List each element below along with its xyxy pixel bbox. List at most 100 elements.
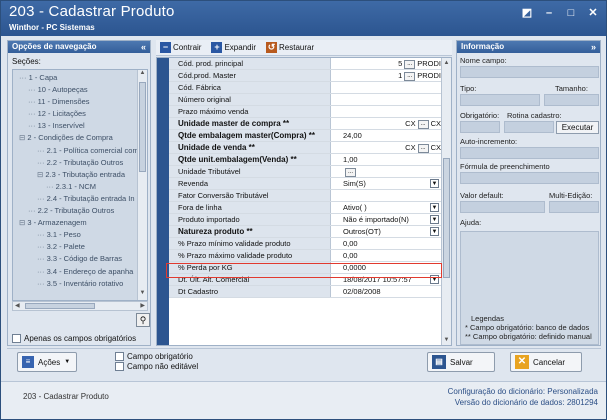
property-value[interactable]: CX... CX	[331, 118, 443, 129]
tree-item[interactable]: ··· 10 - Autopeças	[15, 84, 137, 96]
property-value-text: 24,00	[343, 131, 362, 140]
lookup-button[interactable]: ...	[345, 167, 356, 177]
tree-item[interactable]: ··· 1 - Capa	[15, 72, 137, 84]
grid-scroll-up-icon[interactable]: ▲	[442, 60, 451, 66]
property-row[interactable]: Unidade master de compra ** CX... CX	[169, 118, 443, 130]
property-row[interactable]: Produto importado Não é importado(N) ▼	[169, 214, 443, 226]
dictionary-version-value[interactable]: 2801294	[567, 398, 598, 407]
property-value[interactable]: Outros(OT) ▼	[331, 226, 443, 237]
expand-icon[interactable]: »	[591, 41, 596, 53]
property-value[interactable]	[331, 190, 443, 201]
property-row[interactable]: Cód.prod. Master 1... PRODI	[169, 70, 443, 82]
lookup-button[interactable]: ...	[417, 119, 429, 129]
property-row[interactable]: Fator Conversão Tributável	[169, 190, 443, 202]
information-header-label: Informação	[461, 42, 505, 51]
tree-item[interactable]: ··· 3.2 - Palete	[15, 241, 137, 253]
salvar-button[interactable]: ▤ Salvar	[427, 352, 495, 372]
property-value[interactable]: 1... PRODI	[331, 70, 443, 81]
property-value[interactable]: CX... CX	[331, 142, 443, 153]
grid-vertical-scrollbar[interactable]: ▲ ▼	[441, 58, 451, 345]
tree-item[interactable]: ⊟ 2.3 - Tributação entrada	[15, 169, 137, 181]
lookup-button[interactable]: ...	[404, 71, 416, 81]
property-value[interactable]: 24,00	[331, 130, 443, 141]
property-row[interactable]: Unidade Tributável...	[169, 166, 443, 178]
tree-item[interactable]: ··· 3.3 - Código de Barras	[15, 253, 137, 265]
property-value-text: Não é importado(N)	[343, 215, 409, 224]
property-value[interactable]	[331, 94, 443, 105]
property-row[interactable]: Cód. prod. principal 5... PRODI	[169, 58, 443, 70]
property-value[interactable]: 0,00	[331, 238, 443, 249]
tree-item[interactable]: ⊟ 3 - Armazenagem	[15, 217, 137, 229]
lookup-button[interactable]: ...	[417, 143, 429, 153]
dropdown-arrow-icon[interactable]: ▼	[430, 227, 439, 236]
tree-item[interactable]: ··· 3.4 - Endereço de apanha	[15, 266, 137, 278]
property-row[interactable]: Cód. Fábrica	[169, 82, 443, 94]
property-row[interactable]: Qtde unit.embalagem(Venda) ** 1,00	[169, 154, 443, 166]
property-row[interactable]: Natureza produto ** Outros(OT) ▼	[169, 226, 443, 238]
dropdown-arrow-icon[interactable]: ▼	[430, 215, 439, 224]
expandir-button[interactable]: + Expandir	[211, 42, 256, 53]
scroll-left-icon[interactable]: ◀	[15, 302, 20, 309]
property-value[interactable]: 1,00	[331, 154, 443, 165]
scroll-right-icon[interactable]: ▶	[140, 302, 145, 309]
cancelar-button[interactable]: ✕ Cancelar	[510, 352, 582, 372]
dropdown-arrow-icon[interactable]: ▼	[430, 179, 439, 188]
property-row[interactable]: % Prazo máximo validade produto 0,00	[169, 250, 443, 262]
tree-item[interactable]: ··· 12 - Licitações	[15, 108, 137, 120]
scroll-thumb[interactable]	[139, 82, 146, 172]
minimize-icon[interactable]: –	[542, 7, 556, 19]
close-icon[interactable]: ✕	[586, 7, 600, 19]
executar-button[interactable]: Executar	[556, 121, 599, 134]
tree-item[interactable]: ··· 3.1 - Peso	[15, 229, 137, 241]
tree-item[interactable]: ··· 13 - Inservível	[15, 120, 137, 132]
hscroll-thumb[interactable]	[25, 303, 95, 309]
checkbox-box[interactable]	[12, 334, 21, 343]
tree-item[interactable]: ··· 2.2 - Tributação Outros	[15, 157, 137, 169]
lookup-button[interactable]: ...	[404, 59, 416, 69]
valor-default-label: Valor default:	[460, 191, 504, 200]
property-row[interactable]: Número original	[169, 94, 443, 106]
tree-item[interactable]: ··· 2.1 - Política comercial com	[15, 145, 137, 157]
grid-scroll-down-icon[interactable]: ▼	[442, 337, 451, 343]
property-value[interactable]	[331, 82, 443, 93]
property-row[interactable]: Prazo máximo venda	[169, 106, 443, 118]
acoes-button[interactable]: ≡ Ações ▼	[17, 352, 77, 372]
property-row[interactable]: Dt Cadastro 02/08/2008	[169, 286, 443, 298]
collapse-icon[interactable]: «	[141, 41, 146, 53]
scroll-up-icon[interactable]: ▲	[138, 70, 147, 80]
property-value[interactable]	[331, 106, 443, 117]
property-row[interactable]: Revenda Sim(S) ▼	[169, 178, 443, 190]
contrair-button[interactable]: − Contrair	[160, 42, 201, 53]
only-required-checkbox[interactable]: Apenas os campos obrigatórios	[12, 334, 136, 343]
property-label: Cód. prod. principal	[169, 58, 331, 69]
tree-vertical-scrollbar[interactable]: ▲ ▼	[137, 70, 147, 300]
property-value[interactable]: Ativo( ) ▼	[331, 202, 443, 213]
search-icon[interactable]: ⚲	[136, 313, 150, 327]
grid-scroll-thumb[interactable]	[443, 158, 450, 278]
sections-tree[interactable]: ··· 1 - Capa ··· 10 - Autopeças ··· 11 - D…	[12, 69, 148, 301]
tree-item[interactable]: ··· 2.3.1 - NCM	[15, 181, 137, 193]
property-value[interactable]: ...	[331, 166, 443, 177]
property-value[interactable]: 0,00	[331, 250, 443, 261]
property-row[interactable]: Fora de linha Ativo( ) ▼	[169, 202, 443, 214]
restaurar-button[interactable]: ↺ Restaurar	[266, 42, 314, 53]
property-suffix: PRODI	[417, 71, 441, 80]
tree-horizontal-scrollbar[interactable]: ◀ ▶	[12, 301, 148, 311]
property-row[interactable]: % Prazo mínimo validade produto 0,00	[169, 238, 443, 250]
dictionary-config-value[interactable]: Personalizada	[547, 387, 598, 396]
tree-item[interactable]: ··· 2.4 - Tributação entrada In	[15, 193, 137, 205]
property-value[interactable]: 02/08/2008	[331, 286, 443, 297]
tree-item[interactable]: ··· 2.2 - Tributação Outros	[15, 205, 137, 217]
tree-item[interactable]: ⊟ 2 - Condições de Compra	[15, 132, 137, 144]
scroll-down-icon[interactable]: ▼	[138, 290, 147, 300]
property-row[interactable]: Unidade de venda ** CX... CX	[169, 142, 443, 154]
property-row[interactable]: Qtde embalagem master(Compra) ** 24,00	[169, 130, 443, 142]
tree-item[interactable]: ··· 11 - Dimensões	[15, 96, 137, 108]
property-value[interactable]: Sim(S) ▼	[331, 178, 443, 189]
tree-item[interactable]: ··· 3.5 - Inventário rotativo	[15, 278, 137, 290]
restore-icon[interactable]: ◩	[520, 7, 534, 19]
property-value[interactable]: Não é importado(N) ▼	[331, 214, 443, 225]
maximize-icon[interactable]: □	[564, 7, 578, 19]
dropdown-arrow-icon[interactable]: ▼	[430, 203, 439, 212]
property-value[interactable]: 5... PRODI	[331, 58, 443, 69]
